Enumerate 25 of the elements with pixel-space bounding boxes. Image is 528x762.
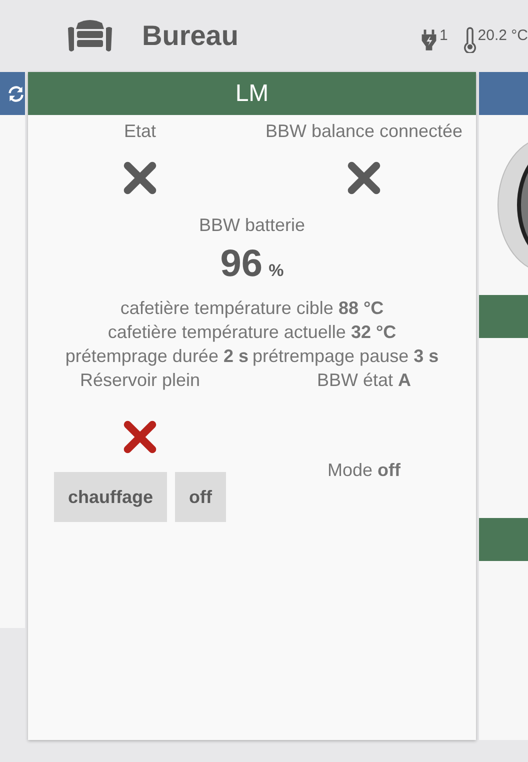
mode-button[interactable]: chauffage (54, 472, 168, 522)
reading-text: cafetière température actuelle 32 °C (108, 321, 396, 344)
panel-header (479, 72, 528, 115)
mode-button[interactable]: off (175, 472, 226, 522)
sofa-icon (66, 19, 114, 53)
room-title: Bureau (142, 20, 238, 52)
panel-header (479, 295, 528, 338)
panel-header (479, 518, 528, 561)
refresh-icon[interactable] (7, 84, 25, 102)
thermometer-icon (464, 27, 476, 53)
battery-unit: % (268, 261, 284, 281)
indicator-label: Etat (124, 120, 156, 143)
reading-text: Mode off (327, 459, 400, 482)
plug-icon (421, 28, 438, 52)
reading-text: cafetière température cible 88 °C (120, 297, 384, 320)
reading-text: prétrempage pause 3 s (252, 345, 439, 368)
temperature-reading: 20.2 °C (478, 27, 528, 44)
reading-text: BBW état A (316, 369, 412, 392)
card-title: LM (28, 72, 476, 115)
battery-value: 96 (220, 243, 263, 286)
reading-text: prétemprage durée 2 s (65, 345, 248, 368)
indicator-label: Réservoir plein (80, 369, 200, 392)
indicator-label: BBW balance connectée (265, 120, 463, 143)
power-count: 1 (439, 27, 448, 44)
battery-label: BBW batterie (198, 214, 306, 237)
